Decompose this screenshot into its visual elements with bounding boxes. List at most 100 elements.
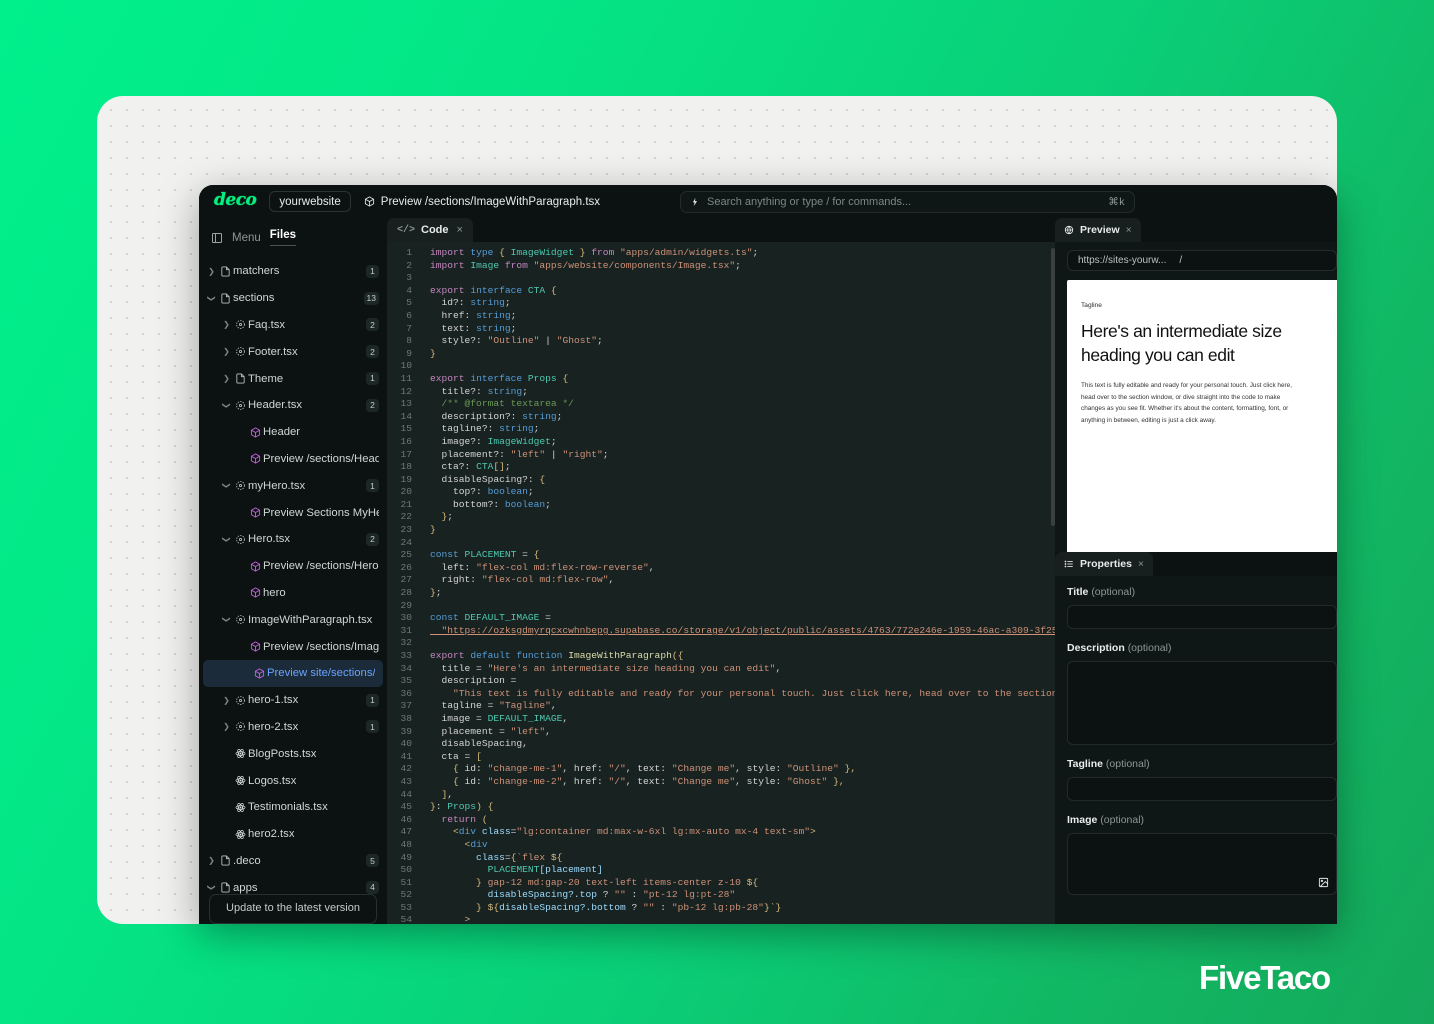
- tree-item[interactable]: ❯ Theme 1: [199, 365, 387, 392]
- tree-item[interactable]: ❯ matchers 1: [199, 258, 387, 285]
- command-spark-icon: [692, 197, 698, 206]
- code-line: 22 };: [387, 511, 1055, 524]
- close-icon[interactable]: ×: [1126, 225, 1132, 236]
- line-number: 8: [406, 335, 412, 347]
- property-description-input[interactable]: [1067, 661, 1337, 745]
- code-text: >: [430, 914, 471, 924]
- chevron-right-icon[interactable]: ❯: [220, 722, 233, 731]
- tree-item[interactable]: hero: [199, 580, 387, 607]
- code-line: 16 image?: ImageWidget;: [387, 436, 1055, 449]
- tree-item-label: Preview Sections MyHero.tsx: [263, 506, 379, 519]
- line-number: 27: [400, 574, 412, 586]
- line-number: 32: [400, 637, 412, 649]
- tree-item-icon: [248, 561, 263, 572]
- code-line: 28};: [387, 587, 1055, 600]
- tree-item[interactable]: ❯ myHero.tsx 1: [199, 472, 387, 499]
- line-number: 3: [406, 272, 412, 284]
- chevron-down-icon[interactable]: ❯: [222, 479, 231, 492]
- close-icon[interactable]: ×: [457, 224, 463, 236]
- chevron-down-icon[interactable]: ❯: [207, 292, 216, 305]
- tree-item[interactable]: ❯ hero-1.tsx 1: [199, 687, 387, 714]
- image-placeholder-icon[interactable]: [1318, 877, 1329, 888]
- tree-item[interactable]: Header: [199, 419, 387, 446]
- chevron-down-icon[interactable]: ❯: [222, 399, 231, 412]
- property-label: Image (optional): [1067, 814, 1145, 826]
- chevron-down-icon[interactable]: ❯: [222, 533, 231, 546]
- chevron-down-icon[interactable]: ❯: [207, 881, 216, 894]
- sidebar-tab-menu[interactable]: Menu: [232, 232, 261, 244]
- tree-item[interactable]: ❯ .deco 5: [199, 848, 387, 875]
- property-title-input[interactable]: [1067, 605, 1337, 629]
- preview-frame[interactable]: Tagline Here's an intermediate size head…: [1067, 280, 1337, 552]
- tab-code[interactable]: </> Code ×: [387, 218, 473, 242]
- tab-properties[interactable]: Properties ×: [1055, 552, 1153, 576]
- close-icon[interactable]: ×: [1138, 559, 1144, 570]
- sidebar-tab-files[interactable]: Files: [269, 229, 296, 246]
- tree-item[interactable]: ❯ apps 4: [199, 874, 387, 894]
- tree-item[interactable]: ❯ hero-2.tsx 1: [199, 714, 387, 741]
- tree-item[interactable]: hero2.tsx: [199, 821, 387, 848]
- code-editor[interactable]: 1 import type { ImageWidget } from "apps/…: [387, 242, 1055, 924]
- globe-icon: [1064, 225, 1074, 235]
- line-number: 35: [400, 675, 412, 687]
- tree-item[interactable]: BlogPosts.tsx: [199, 740, 387, 767]
- chevron-right-icon[interactable]: ❯: [205, 267, 218, 276]
- tree-item[interactable]: ❯ Hero.tsx 2: [199, 526, 387, 553]
- search-input[interactable]: Search anything or type / for commands..…: [680, 190, 1135, 213]
- tree-item[interactable]: Preview /sections/ImageWithPar...: [199, 633, 387, 660]
- site-chip[interactable]: yourwebsite: [269, 191, 351, 212]
- chevron-right-icon[interactable]: ❯: [220, 320, 233, 329]
- code-line: 50 PLACEMENT[placement]: [387, 864, 1055, 877]
- deco-logo[interactable]: deco: [209, 192, 261, 211]
- tree-item-label: Preview site/sections/ImageWi...: [267, 667, 375, 680]
- tree-item[interactable]: Preview Sections MyHero.tsx: [199, 499, 387, 526]
- chevron-right-icon[interactable]: ❯: [220, 696, 233, 705]
- tree-item[interactable]: Preview /sections/Hero.tsx: [199, 553, 387, 580]
- code-text: }: [430, 347, 436, 359]
- tree-item-count: 1: [366, 479, 379, 493]
- file-icon: [221, 266, 230, 277]
- search-shortcut: ⌘k: [1108, 195, 1125, 208]
- breadcrumb[interactable]: Preview /sections/ImageWithParagraph.tsx: [364, 196, 600, 208]
- chevron-right-icon[interactable]: ❯: [220, 374, 233, 383]
- tree-item[interactable]: Preview /sections/Header.tsx: [199, 446, 387, 473]
- line-number: 42: [400, 763, 412, 775]
- tree-item[interactable]: Testimonials.tsx: [199, 794, 387, 821]
- tree-item-label: sections: [233, 292, 275, 305]
- line-number: 24: [400, 536, 412, 548]
- chevron-right-icon[interactable]: ❯: [205, 856, 218, 865]
- chevron-right-icon[interactable]: ❯: [220, 347, 233, 356]
- tree-item[interactable]: ❯ Header.tsx 2: [199, 392, 387, 419]
- preview-url-bar[interactable]: https://sites-yourw... /: [1067, 250, 1337, 271]
- tab-preview[interactable]: Preview ×: [1055, 218, 1141, 242]
- cube-icon: [250, 453, 261, 465]
- chevron-down-icon[interactable]: ❯: [222, 613, 231, 626]
- line-number: 23: [400, 524, 412, 536]
- property-tagline-input[interactable]: [1067, 777, 1337, 801]
- tree-item[interactable]: ❯ Footer.tsx 2: [199, 338, 387, 365]
- update-version-button[interactable]: Update to the latest version: [209, 894, 377, 924]
- code-line: 39 placement = "left",: [387, 726, 1055, 739]
- code-text: top?: boolean;: [430, 486, 534, 498]
- tree-item-selected[interactable]: Preview site/sections/ImageWi...: [203, 659, 383, 687]
- tree-item[interactable]: ❯ ImageWithParagraph.tsx: [199, 606, 387, 633]
- code-line: 29: [387, 600, 1055, 613]
- tree-item-count: 5: [366, 854, 379, 868]
- tree-item[interactable]: Logos.tsx: [199, 767, 387, 794]
- tree-item-label: Faq.tsx: [248, 318, 286, 331]
- code-line: 17 placement?: "left" | "right";: [387, 449, 1055, 462]
- component-icon: [236, 695, 245, 705]
- code-line: 26 left: "flex-col md:flex-row-reverse",: [387, 562, 1055, 575]
- tree-item-label: matchers: [233, 265, 280, 278]
- tree-item-icon: [248, 587, 263, 599]
- line-number: 15: [400, 423, 412, 435]
- tree-item[interactable]: ❯ sections 13: [199, 285, 387, 312]
- editor-scrollbar[interactable]: [1051, 248, 1055, 526]
- tree-item-icon: [233, 480, 248, 491]
- tree-item[interactable]: ❯ Faq.tsx 2: [199, 312, 387, 339]
- optional-marker: (optional): [1127, 642, 1172, 654]
- component-icon: [236, 401, 245, 410]
- property-image-input[interactable]: [1067, 833, 1337, 895]
- panel-toggle-icon[interactable]: [211, 232, 223, 244]
- property-field: Image (optional): [1067, 814, 1337, 895]
